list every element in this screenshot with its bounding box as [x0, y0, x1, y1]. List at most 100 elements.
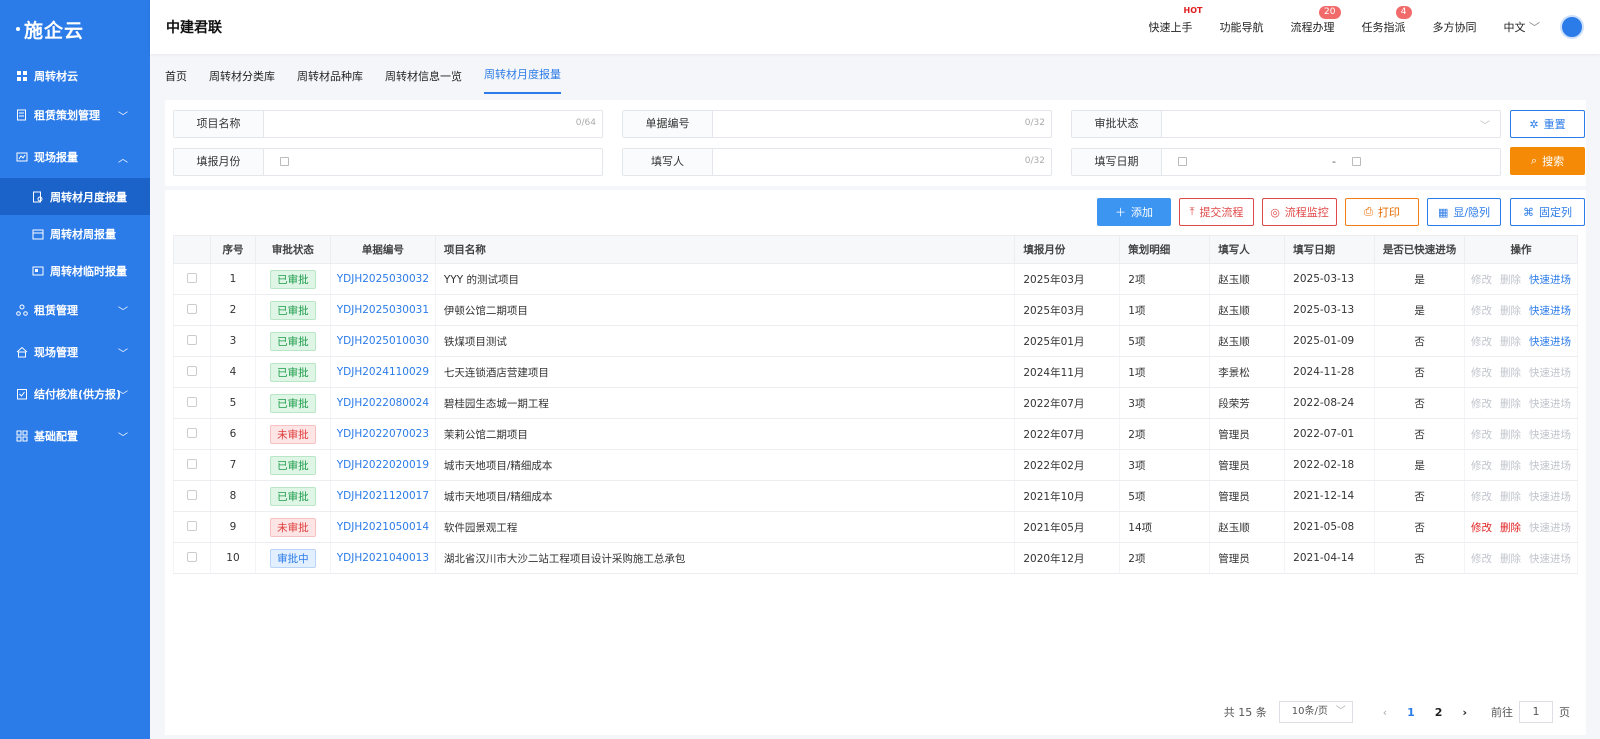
- doc-code-link[interactable]: YDJH2022020019: [337, 459, 429, 471]
- reset-button[interactable]: ✲ 重置: [1510, 110, 1585, 138]
- tab-info-overview[interactable]: 周转材信息一览: [385, 68, 462, 94]
- page-size-select[interactable]: 10条/页 ﹀: [1278, 701, 1353, 723]
- edit-link[interactable]: 修改: [1471, 336, 1492, 348]
- add-button[interactable]: ＋ 添加: [1097, 198, 1171, 226]
- goto-page-input[interactable]: 1: [1519, 701, 1553, 723]
- row-checkbox[interactable]: [186, 427, 197, 438]
- table-row[interactable]: 1 已审批 YDJH2025030032 YYY 的测试项目 2025年03月 2项 赵玉顺…: [173, 263, 1578, 295]
- quick-entry-link[interactable]: 快速进场: [1529, 274, 1571, 286]
- app-logo[interactable]: 施企云: [0, 0, 150, 58]
- topnav-tasks[interactable]: 任务指派 4: [1362, 6, 1412, 35]
- doc-code-link[interactable]: YDJH2021120017: [337, 490, 429, 502]
- tab-category-library[interactable]: 周转材分类库: [209, 68, 275, 94]
- table-row[interactable]: 2 已审批 YDJH2025030031 伊顿公馆二期项目 2025年03月 1项 赵玉顺 2…: [173, 294, 1578, 326]
- doc-code-link[interactable]: YDJH2022080024: [337, 397, 429, 409]
- doc-code-link[interactable]: YDJH2025030031: [337, 304, 429, 316]
- topnav-quick-start[interactable]: 快速上手 HOT: [1149, 6, 1203, 35]
- sidebar-item-site-report[interactable]: 现场报量 ︿: [0, 136, 150, 178]
- topnav-collaboration[interactable]: 多方协同: [1433, 19, 1477, 35]
- sidebar-item-site-management[interactable]: 现场管理 ﹀: [0, 331, 150, 373]
- delete-link[interactable]: 删除: [1500, 274, 1521, 286]
- quick-entry-link[interactable]: 快速进场: [1529, 367, 1571, 379]
- edit-link[interactable]: 修改: [1471, 491, 1492, 503]
- next-page-button[interactable]: ›: [1462, 706, 1467, 719]
- language-select[interactable]: 中文 ﹀: [1504, 19, 1541, 35]
- row-checkbox[interactable]: [186, 334, 197, 345]
- delete-link[interactable]: 删除: [1500, 398, 1521, 410]
- delete-link[interactable]: 删除: [1500, 429, 1521, 441]
- row-checkbox[interactable]: [186, 303, 197, 314]
- quick-entry-link[interactable]: 快速进场: [1529, 553, 1571, 565]
- edit-link[interactable]: 修改: [1471, 367, 1492, 379]
- doc-code-link[interactable]: YDJH2021050014: [337, 521, 429, 533]
- doc-code-link[interactable]: YDJH2022070023: [337, 428, 429, 440]
- month-picker[interactable]: [264, 149, 602, 175]
- sidebar-subitem-temporary[interactable]: 周转材临时报量: [0, 252, 150, 289]
- search-button[interactable]: ⌕ 搜索: [1510, 147, 1585, 175]
- fix-columns-button[interactable]: ⌘ 固定列: [1510, 198, 1585, 226]
- doc-code-link[interactable]: YDJH2024110029: [337, 366, 429, 378]
- row-checkbox[interactable]: [186, 520, 197, 531]
- quick-entry-link[interactable]: 快速进场: [1529, 429, 1571, 441]
- sidebar-item-rental-planning[interactable]: 租赁策划管理 ﹀: [0, 94, 150, 136]
- quick-entry-link[interactable]: 快速进场: [1529, 336, 1571, 348]
- edit-link[interactable]: 修改: [1471, 460, 1492, 472]
- edit-link[interactable]: 修改: [1471, 274, 1492, 286]
- row-checkbox[interactable]: [186, 272, 197, 283]
- delete-link[interactable]: 删除: [1500, 522, 1521, 534]
- project-name-input[interactable]: 0/64: [264, 111, 602, 137]
- row-checkbox[interactable]: [186, 365, 197, 376]
- topnav-function-nav[interactable]: 功能导航: [1220, 19, 1264, 35]
- delete-link[interactable]: 删除: [1500, 367, 1521, 379]
- delete-link[interactable]: 删除: [1500, 460, 1521, 472]
- filler-input[interactable]: 0/32: [713, 149, 1051, 175]
- quick-entry-link[interactable]: 快速进场: [1529, 460, 1571, 472]
- page-1-button[interactable]: 1: [1407, 706, 1415, 719]
- status-select[interactable]: ﹀: [1162, 111, 1500, 137]
- doc-code-link[interactable]: YDJH2025010030: [337, 335, 429, 347]
- delete-link[interactable]: 删除: [1500, 553, 1521, 565]
- quick-entry-link[interactable]: 快速进场: [1529, 491, 1571, 503]
- quick-entry-link[interactable]: 快速进场: [1529, 398, 1571, 410]
- doc-code-link[interactable]: YDJH2025030032: [337, 273, 429, 285]
- table-row[interactable]: 9 未审批 YDJH2021050014 软件园景观工程 2021年05月 14项 赵玉顺 2…: [173, 511, 1578, 543]
- row-checkbox[interactable]: [186, 458, 197, 469]
- sidebar-item-settlement[interactable]: 结付核准(供方报) ﹀: [0, 373, 150, 415]
- table-row[interactable]: 3 已审批 YDJH2025010030 铁煤项目测试 2025年01月 5项 赵玉顺 202…: [173, 325, 1578, 357]
- submit-process-button[interactable]: ⤒ 提交流程: [1179, 198, 1254, 226]
- delete-link[interactable]: 删除: [1500, 336, 1521, 348]
- tab-monthly-report[interactable]: 周转材月度报量: [484, 66, 561, 94]
- table-row[interactable]: 6 未审批 YDJH2022070023 茉莉公馆二期项目 2022年07月 2项 管理员 2…: [173, 418, 1578, 450]
- quick-entry-link[interactable]: 快速进场: [1529, 522, 1571, 534]
- row-checkbox[interactable]: [186, 489, 197, 500]
- sidebar-item-basic-config[interactable]: 基础配置 ﹀: [0, 415, 150, 457]
- edit-link[interactable]: 修改: [1471, 553, 1492, 565]
- topnav-process[interactable]: 流程办理 20: [1291, 6, 1341, 35]
- table-row[interactable]: 8 已审批 YDJH2021120017 城市天地项目/精细成本 2021年10月 5项管…: [173, 480, 1578, 512]
- sidebar-item-rental[interactable]: 租赁管理 ﹀: [0, 289, 150, 331]
- table-row[interactable]: 5 已审批 YDJH2022080024 碧桂园生态城一期工程 2022年07月 3项 段荣…: [173, 387, 1578, 419]
- process-monitor-button[interactable]: ◎ 流程监控: [1262, 198, 1337, 226]
- page-2-button[interactable]: 2: [1435, 706, 1443, 719]
- row-checkbox[interactable]: [186, 551, 197, 562]
- doc-no-input[interactable]: 0/32: [713, 111, 1051, 137]
- edit-link[interactable]: 修改: [1471, 305, 1492, 317]
- date-range-picker[interactable]: -: [1162, 149, 1500, 175]
- row-checkbox[interactable]: [186, 396, 197, 407]
- sidebar-item-home[interactable]: 周转材云: [0, 58, 150, 94]
- sidebar-subitem-monthly[interactable]: 周转材月度报量: [0, 178, 150, 215]
- doc-code-link[interactable]: YDJH2021040013: [337, 552, 429, 564]
- delete-link[interactable]: 删除: [1500, 491, 1521, 503]
- delete-link[interactable]: 删除: [1500, 305, 1521, 317]
- avatar[interactable]: [1560, 15, 1584, 39]
- prev-page-button[interactable]: ‹: [1383, 706, 1387, 719]
- table-row[interactable]: 10 审批中 YDJH2021040013 湖北省汉川市大沙二站工程项目设计采购施工总…: [173, 542, 1578, 574]
- tab-variety-library[interactable]: 周转材品种库: [297, 68, 363, 94]
- edit-link[interactable]: 修改: [1471, 429, 1492, 441]
- table-row[interactable]: 7 已审批 YDJH2022020019 城市天地项目/精细成本 2022年02月 3项管…: [173, 449, 1578, 481]
- table-row[interactable]: 4 已审批 YDJH2024110029 七天连锁酒店营建项目 2024年11月 1项 李景…: [173, 356, 1578, 388]
- quick-entry-link[interactable]: 快速进场: [1529, 305, 1571, 317]
- print-button[interactable]: ⎙ 打印: [1345, 198, 1419, 226]
- toggle-columns-button[interactable]: ▦ 显/隐列: [1427, 198, 1501, 226]
- edit-link[interactable]: 修改: [1471, 522, 1492, 534]
